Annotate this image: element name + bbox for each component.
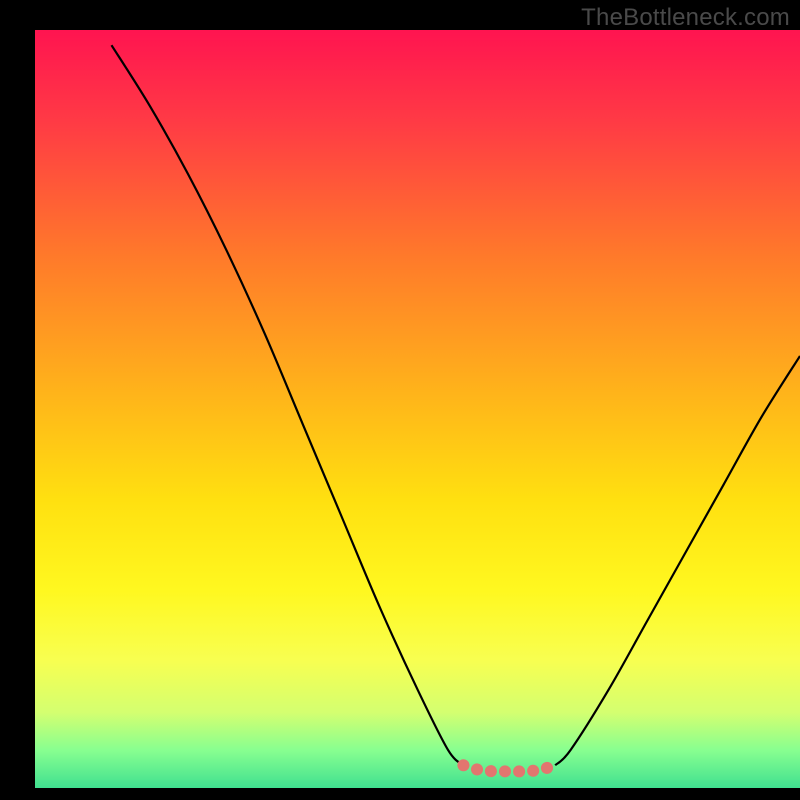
watermark-text: TheBottleneck.com [581, 4, 790, 32]
bottleneck-curve-chart [0, 0, 800, 800]
plot-area [0, 0, 800, 800]
gradient-background [35, 30, 800, 788]
chart-frame: TheBottleneck.com [0, 0, 800, 800]
